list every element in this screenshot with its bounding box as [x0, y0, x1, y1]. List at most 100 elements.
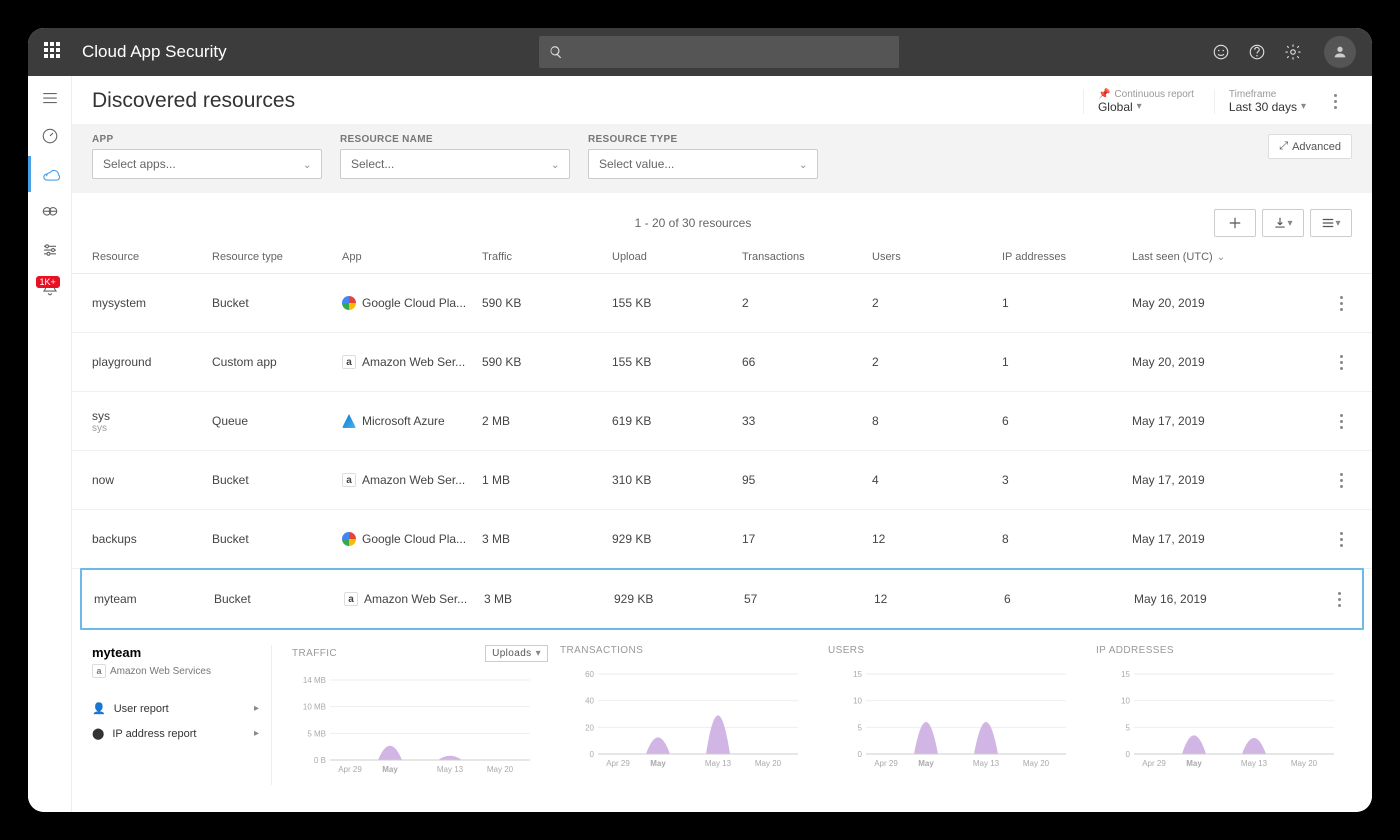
chart-svg: 051015Apr 29MayMay 13May 20	[1096, 664, 1352, 774]
cell-resource: now	[92, 473, 212, 487]
cell-seen: May 17, 2019	[1132, 532, 1272, 546]
cell-ip: 6	[1004, 592, 1134, 606]
page-title: Discovered resources	[92, 89, 295, 113]
filter-app-select[interactable]: Select apps...⌄	[92, 149, 322, 179]
search-icon	[549, 45, 563, 59]
detail-provider: Amazon Web Services	[110, 666, 211, 677]
cell-resource: mysystem	[92, 296, 212, 310]
filter-name-label: RESOURCE NAME	[340, 134, 570, 145]
user-report-link[interactable]: 👤User report▸	[92, 696, 259, 721]
help-icon[interactable]	[1248, 43, 1266, 61]
cell-resource: backups	[92, 532, 212, 546]
col-seen[interactable]: Last seen (UTC)⌄	[1132, 251, 1272, 263]
aws-icon: a	[342, 473, 356, 487]
chevron-down-icon: ▾	[1287, 218, 1292, 229]
filter-bar: APP Select apps...⌄ RESOURCE NAME Select…	[72, 124, 1372, 193]
svg-text:May 20: May 20	[1291, 759, 1318, 768]
settings-icon[interactable]	[1284, 43, 1302, 61]
cell-transactions: 17	[742, 532, 872, 546]
chart-series-select[interactable]: Uploads ▾	[485, 645, 548, 662]
feedback-icon[interactable]	[1212, 43, 1230, 61]
svg-text:May 20: May 20	[487, 765, 514, 774]
chevron-down-icon: ⌄	[1217, 252, 1225, 263]
timeframe-selector[interactable]: Timeframe Last 30 days▾	[1214, 89, 1306, 114]
table-row[interactable]: myteam Bucket aAmazon Web Ser... 3 MB 92…	[80, 568, 1364, 630]
col-resource[interactable]: Resource	[92, 251, 212, 263]
cell-ip: 1	[1002, 296, 1132, 310]
filter-name-select[interactable]: Select...⌄	[340, 149, 570, 179]
chevron-down-icon: ⌄	[551, 160, 559, 168]
report-selector[interactable]: 📌Continuous report Global▾	[1083, 89, 1194, 114]
svg-text:0 B: 0 B	[314, 756, 326, 765]
result-range: 1 - 20 of 30 resources	[635, 216, 752, 230]
export-button[interactable]: ▾	[1262, 209, 1304, 237]
user-icon: 👤	[92, 702, 106, 715]
aws-icon: a	[342, 355, 356, 369]
sidebar-menu-toggle[interactable]	[28, 80, 72, 116]
filter-type-select[interactable]: Select value...⌄	[588, 149, 818, 179]
cell-resource: syssys	[92, 409, 212, 434]
col-transactions[interactable]: Transactions	[742, 251, 872, 263]
cell-transactions: 2	[742, 296, 872, 310]
table-row[interactable]: now Bucket aAmazon Web Ser... 1 MB 310 K…	[72, 451, 1372, 510]
svg-text:May 13: May 13	[437, 765, 464, 774]
table-row[interactable]: backups Bucket Google Cloud Pla... 3 MB …	[72, 510, 1372, 569]
table-row[interactable]: mysystem Bucket Google Cloud Pla... 590 …	[72, 274, 1372, 333]
row-more-menu[interactable]	[1332, 465, 1350, 495]
chevron-down-icon: ▾	[1301, 101, 1306, 112]
col-ip[interactable]: IP addresses	[1002, 251, 1132, 263]
cell-traffic: 2 MB	[482, 414, 612, 428]
sidebar-dashboard[interactable]	[28, 118, 72, 154]
svg-text:May 13: May 13	[1241, 759, 1268, 768]
new-policy-button[interactable]	[1214, 209, 1256, 237]
resources-table: Resource Resource type App Traffic Uploa…	[72, 247, 1372, 630]
aws-icon: a	[344, 592, 358, 606]
col-traffic[interactable]: Traffic	[482, 251, 612, 263]
cell-traffic: 3 MB	[484, 592, 614, 606]
sidebar-alerts[interactable]: 1K+	[28, 270, 72, 306]
table-row[interactable]: syssys Queue Microsoft Azure 2 MB 619 KB…	[72, 392, 1372, 451]
cell-users: 2	[872, 296, 1002, 310]
col-upload[interactable]: Upload	[612, 251, 742, 263]
svg-text:10: 10	[1121, 697, 1130, 706]
detail-info: myteam aAmazon Web Services 👤User report…	[92, 645, 272, 785]
col-type[interactable]: Resource type	[212, 251, 342, 263]
chevron-down-icon: ▾	[1137, 101, 1142, 112]
col-users[interactable]: Users	[872, 251, 1002, 263]
row-more-menu[interactable]	[1330, 584, 1348, 614]
cell-traffic: 3 MB	[482, 532, 612, 546]
cell-resource: playground	[92, 355, 212, 369]
svg-text:5 MB: 5 MB	[307, 729, 326, 738]
detail-title: myteam	[92, 645, 259, 660]
sidebar-investigate[interactable]	[28, 194, 72, 230]
cell-transactions: 33	[742, 414, 872, 428]
sidebar-discover[interactable]	[28, 156, 72, 192]
sidebar-control[interactable]	[28, 232, 72, 268]
row-more-menu[interactable]	[1332, 524, 1350, 554]
cell-seen: May 17, 2019	[1132, 414, 1272, 428]
cell-transactions: 57	[744, 592, 874, 606]
table-settings-button[interactable]: ▾	[1310, 209, 1352, 237]
app-launcher-icon[interactable]	[44, 42, 64, 62]
row-more-menu[interactable]	[1332, 347, 1350, 377]
user-avatar[interactable]	[1324, 36, 1356, 68]
table-toolbar: 1 - 20 of 30 resources ▾ ▾	[72, 193, 1372, 247]
search-input[interactable]	[539, 36, 899, 68]
cell-type: Bucket	[214, 592, 344, 606]
svg-text:May 13: May 13	[973, 759, 1000, 768]
col-app[interactable]: App	[342, 251, 482, 263]
cell-traffic: 590 KB	[482, 355, 612, 369]
cell-upload: 155 KB	[612, 296, 742, 310]
chart-traffic: TRAFFICUploads ▾ 0 B5 MB10 MB14 MBApr 29…	[292, 645, 548, 785]
row-more-menu[interactable]	[1332, 406, 1350, 436]
header-more-menu[interactable]	[1326, 86, 1344, 116]
cell-type: Bucket	[212, 532, 342, 546]
table-row[interactable]: playground Custom app aAmazon Web Ser...…	[72, 333, 1372, 392]
chart-svg: 0204060Apr 29MayMay 13May 20	[560, 664, 816, 774]
row-more-menu[interactable]	[1332, 288, 1350, 318]
ip-report-link[interactable]: ⬤IP address report▸	[92, 721, 259, 746]
advanced-filters-button[interactable]: ⤢Advanced	[1268, 134, 1352, 159]
table-header: Resource Resource type App Traffic Uploa…	[72, 247, 1372, 274]
expand-icon: ⤢	[1279, 140, 1288, 153]
svg-text:May: May	[918, 759, 934, 768]
